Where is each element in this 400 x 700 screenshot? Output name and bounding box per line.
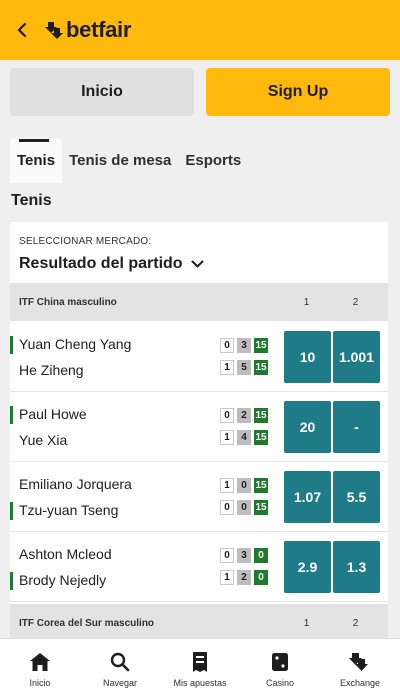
- score-row-2: 1 4 15: [220, 430, 268, 445]
- market-dropdown[interactable]: Resultado del partido: [19, 255, 204, 273]
- serving-indicator: [10, 572, 13, 590]
- sets-score: 1: [220, 478, 234, 493]
- bets-slip-icon: [193, 652, 207, 672]
- competition-header: ITF China masculino 1 2: [10, 283, 388, 321]
- odds-button-2[interactable]: 1.001: [333, 331, 380, 383]
- player-2-name: He Ziheng: [19, 362, 84, 378]
- player-1-name: Emiliano Jorquera: [19, 476, 132, 492]
- score-row-1: 0 2 15: [220, 408, 268, 423]
- points-score: 15: [254, 478, 268, 493]
- nav-mis-apuestas[interactable]: Mis apuestas: [160, 639, 240, 700]
- score-row-2: 1 5 15: [220, 360, 268, 375]
- odds-button-2[interactable]: -: [333, 401, 380, 453]
- odds-button-2[interactable]: 1.3: [333, 541, 380, 593]
- player-2-name: Tzu-yuan Tseng: [19, 502, 119, 518]
- serving-indicator: [10, 502, 13, 520]
- nav-casino[interactable]: Casino: [240, 639, 320, 700]
- sets-score: 1: [220, 360, 234, 375]
- match-row[interactable]: Paul Howe Yue Xia 0 2 15 1 4 15 20 -: [10, 392, 388, 462]
- nav-inicio[interactable]: Inicio: [0, 639, 80, 700]
- betfair-logo[interactable]: betfair: [44, 17, 131, 43]
- points-score: 15: [254, 500, 268, 515]
- nav-navegar[interactable]: Navegar: [80, 639, 160, 700]
- match-row[interactable]: Ashton Mcleod Brody Nejedly 0 3 0 1 2 0 …: [10, 532, 388, 602]
- dice-icon: [272, 653, 288, 671]
- sets-score: 1: [220, 430, 234, 445]
- games-score: 2: [237, 408, 251, 423]
- signup-button[interactable]: Sign Up: [206, 68, 390, 116]
- betfair-arrows-icon: [45, 22, 63, 39]
- exchange-icon: [349, 653, 368, 671]
- points-score: 0: [254, 570, 268, 585]
- login-button[interactable]: Inicio: [10, 68, 194, 116]
- column-header-1: 1: [303, 296, 310, 308]
- column-header-2: 2: [352, 617, 359, 629]
- sets-score: 0: [220, 548, 234, 563]
- sets-score: 0: [220, 500, 234, 515]
- player-1-name: Ashton Mcleod: [19, 546, 112, 562]
- top-bar: betfair: [0, 0, 400, 60]
- player-1-name: Paul Howe: [19, 406, 87, 422]
- odds-button-1[interactable]: 10: [284, 331, 331, 383]
- sets-score: 0: [220, 408, 234, 423]
- sets-score: 0: [220, 338, 234, 353]
- nav-label: Navegar: [102, 678, 138, 688]
- competition-name: ITF Corea del Sur masculino: [19, 617, 155, 629]
- search-icon: [110, 652, 130, 672]
- sets-score: 1: [220, 570, 234, 585]
- score-row-1: 0 3 0: [220, 548, 268, 563]
- nav-exchange[interactable]: Exchange: [320, 639, 400, 700]
- score-row-1: 0 3 15: [220, 338, 268, 353]
- games-score: 0: [237, 478, 251, 493]
- market-selected-value: Resultado del partido: [19, 255, 183, 272]
- serving-indicator: [10, 336, 13, 354]
- player-1-name: Yuan Cheng Yang: [19, 336, 132, 352]
- odds-button-1[interactable]: 2.9: [284, 541, 331, 593]
- serving-indicator: [10, 406, 13, 424]
- match-row[interactable]: Yuan Cheng Yang He Ziheng 0 3 15 1 5 15 …: [10, 322, 388, 392]
- section-title: Tenis: [11, 192, 52, 209]
- tab-tenis-de-mesa[interactable]: Tenis de mesa: [62, 138, 178, 183]
- odds-button-1[interactable]: 20: [284, 401, 331, 453]
- points-score: 15: [254, 360, 268, 375]
- sport-tabs: Tenis Tenis de mesa Esports: [10, 138, 248, 183]
- chevron-left-icon: [17, 22, 27, 38]
- brand-name: betfair: [66, 17, 132, 42]
- games-score: 4: [237, 430, 251, 445]
- games-score: 3: [237, 548, 251, 563]
- column-header-1: 1: [303, 617, 310, 629]
- nav-label: Mis apuestas: [173, 678, 227, 688]
- chevron-down-icon: [191, 260, 204, 267]
- odds-button-1[interactable]: 1.07: [284, 471, 331, 523]
- nav-label: Casino: [265, 678, 294, 688]
- nav-label: Exchange: [339, 678, 381, 688]
- home-icon: [30, 653, 50, 671]
- player-2-name: Yue Xia: [19, 432, 68, 448]
- score-row-2: 0 0 15: [220, 500, 268, 515]
- games-score: 2: [237, 570, 251, 585]
- nav-label: Inicio: [29, 678, 51, 688]
- bottom-navigation: Inicio Navegar Mis apuestas Casino Excha…: [0, 638, 400, 700]
- points-score: 15: [254, 430, 268, 445]
- competition-name: ITF China masculino: [19, 296, 117, 308]
- player-2-name: Brody Nejedly: [19, 572, 107, 588]
- points-score: 15: [254, 408, 268, 423]
- odds-button-2[interactable]: 5.5: [333, 471, 380, 523]
- competition-header: ITF Corea del Sur masculino 1 2: [10, 604, 388, 642]
- market-select-label: SELECCIONAR MERCADO:: [19, 236, 152, 247]
- tab-esports[interactable]: Esports: [178, 138, 248, 183]
- markets-card: SELECCIONAR MERCADO: Resultado del parti…: [10, 222, 388, 642]
- games-score: 5: [237, 360, 251, 375]
- score-row-2: 1 2 0: [220, 570, 268, 585]
- points-score: 15: [254, 338, 268, 353]
- points-score: 0: [254, 548, 268, 563]
- tab-tenis[interactable]: Tenis: [10, 138, 63, 183]
- games-score: 0: [237, 500, 251, 515]
- column-header-2: 2: [352, 296, 359, 308]
- match-row[interactable]: Emiliano Jorquera Tzu-yuan Tseng 1 0 15 …: [10, 462, 388, 532]
- auth-buttons: Inicio Sign Up: [10, 68, 390, 116]
- score-row-1: 1 0 15: [220, 478, 268, 493]
- back-button[interactable]: [0, 0, 44, 60]
- games-score: 3: [237, 338, 251, 353]
